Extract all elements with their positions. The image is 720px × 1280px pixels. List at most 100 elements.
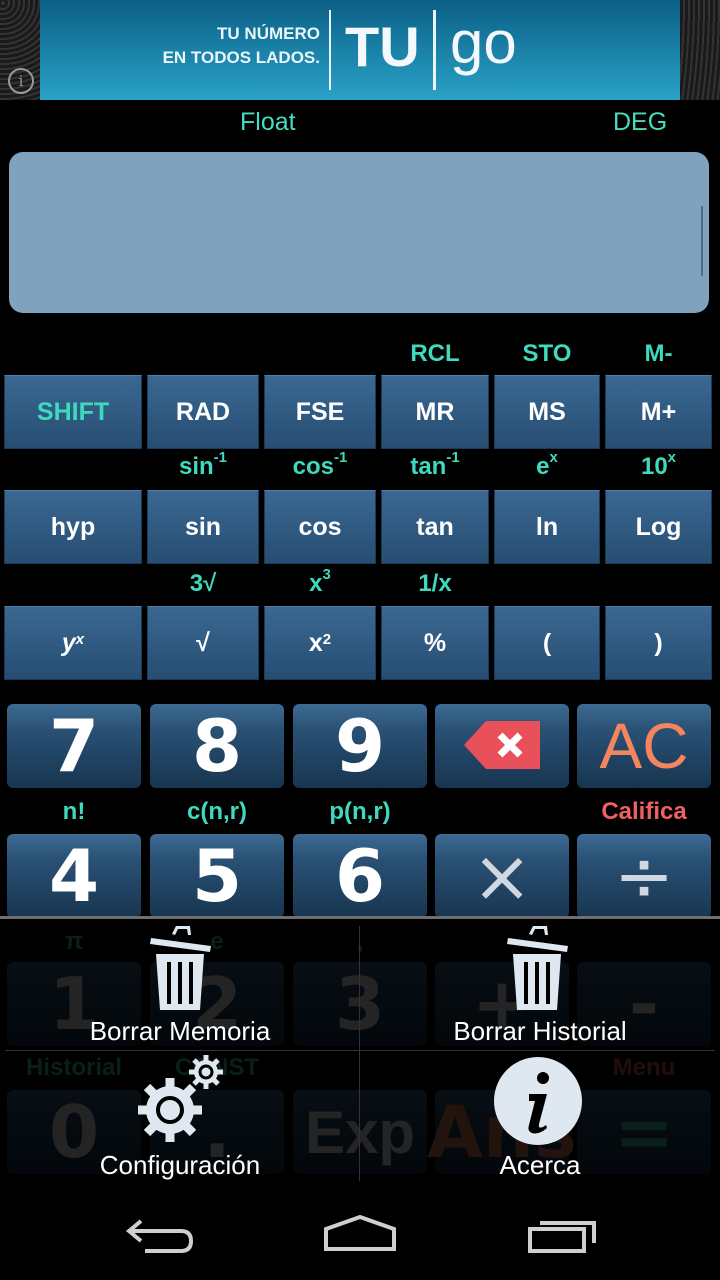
key-text: cos (298, 512, 342, 541)
label-text: e (536, 453, 550, 480)
key-sin[interactable]: sin (147, 490, 259, 564)
shift-label-1-x: 1/x (381, 570, 489, 598)
menu-item-borrar-memoria[interactable]: Borrar Memoria (0, 916, 360, 1050)
label-text: cos (292, 453, 334, 480)
ad-info-icon[interactable]: i (8, 68, 34, 94)
menu-item-configuracion[interactable]: Configuración (0, 1050, 360, 1184)
key-m[interactable]: M+ (605, 375, 712, 449)
key-7[interactable]: 7 (7, 704, 141, 788)
key-ln[interactable]: ln (494, 490, 600, 564)
back-icon[interactable] (125, 1215, 195, 1255)
key-sym[interactable]: √ (147, 606, 259, 680)
key-hyp[interactable]: hyp (4, 490, 142, 564)
trash-icon (507, 926, 568, 1010)
key-backspace[interactable] (435, 704, 569, 788)
shift-label-10: 10x (605, 449, 712, 481)
label-superscript: x (667, 449, 677, 466)
key-fse[interactable]: FSE (264, 375, 376, 449)
key-text: 5 (191, 834, 243, 918)
key-text: x (308, 628, 323, 657)
shift-label-n: n! (62, 798, 86, 825)
key-text: RAD (175, 397, 231, 426)
key-text: tan (416, 512, 454, 541)
key-9[interactable]: 9 (293, 704, 427, 788)
key-8[interactable]: 8 (150, 704, 284, 788)
ad-line-2: EN TODOS LADOS. (162, 48, 320, 67)
shift-label-tan: tan-1 (381, 449, 489, 481)
shift-label-califica: Califica (601, 798, 687, 825)
text-cursor (701, 206, 703, 276)
key-text: ÷ (613, 834, 675, 918)
label-superscript: -1 (213, 449, 228, 466)
key-divide[interactable]: ÷ (577, 834, 711, 918)
label-text: 3√ (189, 570, 217, 597)
backspace-icon (462, 704, 542, 788)
shift-label-x: x3 (264, 566, 376, 598)
key-4[interactable]: 4 (7, 834, 141, 918)
key-5[interactable]: 5 (150, 834, 284, 918)
key-ms[interactable]: MS (494, 375, 600, 449)
shift-label-3: 3√ (147, 570, 259, 598)
recents-icon[interactable] (526, 1215, 598, 1255)
shift-label-c-n-r: c(n,r) (187, 798, 247, 825)
key-sym[interactable]: % (381, 606, 489, 680)
shift-label-m: M- (605, 340, 712, 368)
key-text: 8 (191, 704, 243, 788)
gears-icon (138, 1055, 223, 1142)
label-text: STO (522, 340, 572, 367)
key-cos[interactable]: cos (264, 490, 376, 564)
shift-label-cos: cos-1 (264, 449, 376, 481)
key-text: sin (184, 512, 222, 541)
menu-item-acerca[interactable]: Acerca (360, 1050, 720, 1184)
key-text: ) (654, 628, 663, 657)
menu-item-label: Configuración (99, 1150, 261, 1180)
menu-item-label: Borrar Historial (453, 1016, 627, 1046)
key-all-clear[interactable]: AC (577, 704, 711, 788)
ad-brand-go: go (450, 9, 517, 76)
shift-label-e: ex (494, 449, 600, 481)
trash-icon (150, 926, 211, 1010)
ad-line-1: TU NÚMERO (217, 24, 320, 43)
key-shift[interactable]: SHIFT (4, 375, 142, 449)
calculator-display[interactable] (9, 152, 709, 313)
ad-banner[interactable]: TU NÚMERO EN TODOS LADOS. TU go i (0, 0, 720, 100)
key-yx[interactable]: yx (4, 606, 142, 680)
key-tan[interactable]: tan (381, 490, 489, 564)
menu-item-label: Borrar Memoria (89, 1016, 271, 1046)
key-text: MS (528, 397, 566, 426)
shift-label-rcl: RCL (381, 340, 489, 368)
format-mode[interactable]: Float (240, 108, 296, 137)
key-multiply[interactable]: × (435, 834, 569, 918)
key-superscript: x (75, 630, 85, 648)
key-6[interactable]: 6 (293, 834, 427, 918)
shift-label-sto: STO (494, 340, 600, 368)
shift-label-p-n-r: p(n,r) (329, 798, 391, 825)
key-log[interactable]: Log (605, 490, 712, 564)
ad-image[interactable]: TU NÚMERO EN TODOS LADOS. TU go (40, 0, 680, 100)
label-text: 1/x (418, 570, 452, 597)
menu-item-borrar-historial[interactable]: Borrar Historial (360, 916, 720, 1050)
key-text: ( (542, 628, 552, 657)
key-rad[interactable]: RAD (147, 375, 259, 449)
label-superscript: x (549, 449, 558, 466)
key-text: × (471, 834, 533, 918)
home-icon[interactable] (322, 1213, 398, 1253)
key-mr[interactable]: MR (381, 375, 489, 449)
navigation-bar (0, 1185, 720, 1280)
key-text: 4 (48, 834, 100, 918)
angle-mode[interactable]: DEG (613, 108, 667, 137)
key-text: FSE (295, 397, 345, 426)
key-text: 9 (334, 704, 386, 788)
shift-label-sin: sin-1 (147, 449, 259, 481)
key-sym[interactable]: ( (494, 606, 600, 680)
key-sym[interactable]: ) (605, 606, 712, 680)
label-text: sin (178, 453, 214, 480)
options-menu: Borrar Memoria Borrar Historial Configur… (0, 916, 720, 1185)
ad-brand-tu: TU (345, 15, 420, 78)
info-icon (494, 1057, 582, 1145)
key-x2[interactable]: x2 (264, 606, 376, 680)
divider (433, 10, 436, 90)
key-text: AC (599, 710, 689, 782)
key-text: ln (535, 512, 559, 541)
key-text: hyp (50, 512, 96, 541)
